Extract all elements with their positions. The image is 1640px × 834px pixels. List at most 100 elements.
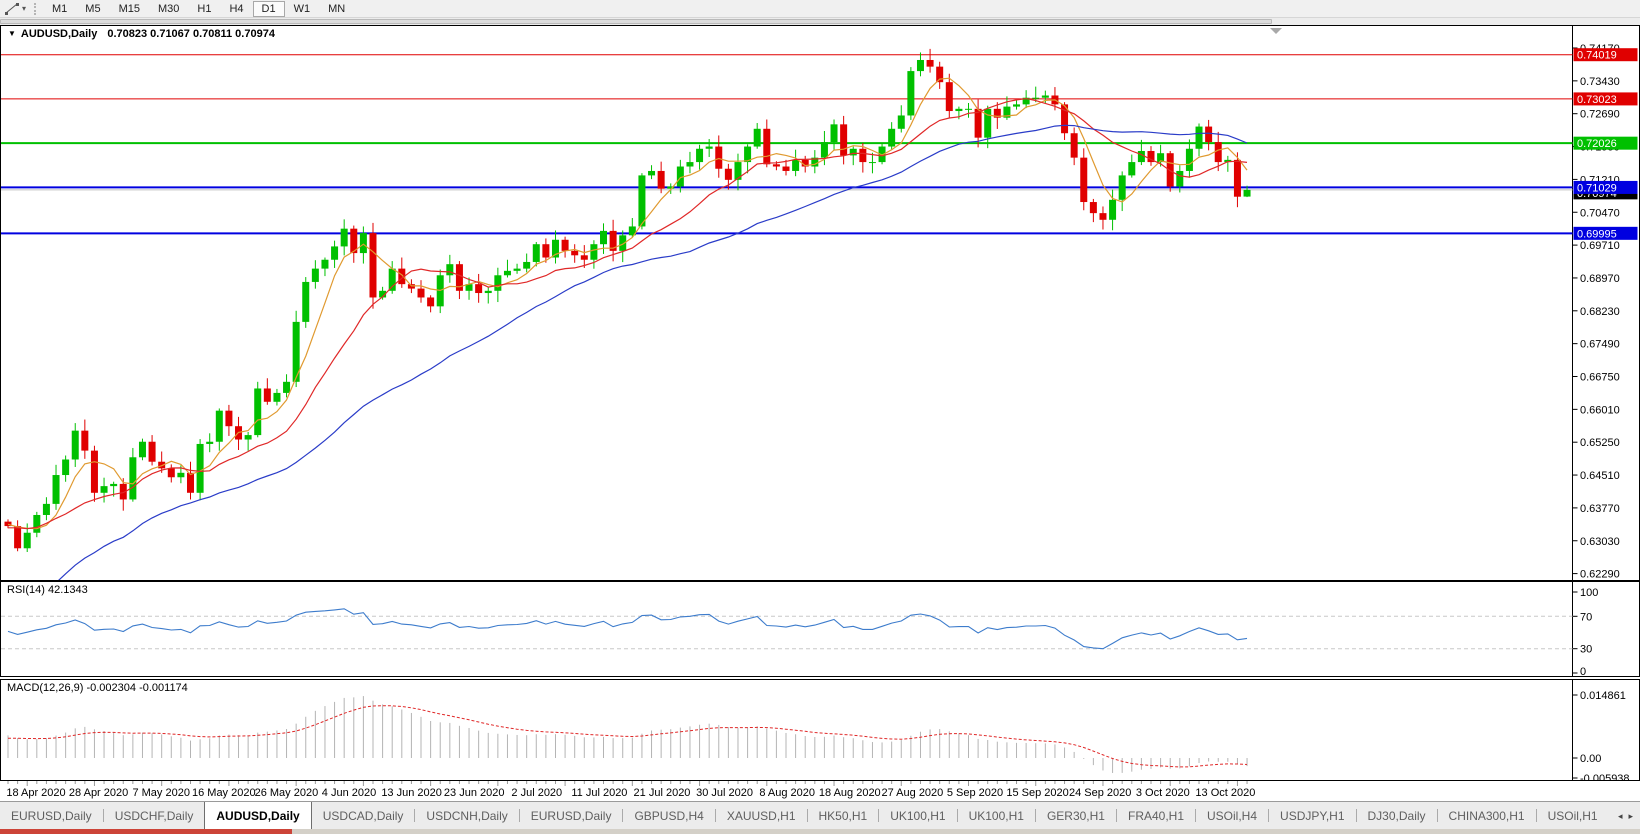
svg-text:5 Sep 2020: 5 Sep 2020: [947, 787, 1003, 799]
hline-price-chip: 0.74019: [1573, 48, 1638, 62]
tab-audusd-daily[interactable]: AUDUSD,Daily: [204, 802, 312, 829]
svg-text:0.73430: 0.73430: [1580, 76, 1620, 88]
macd-indicator-panel[interactable]: 0.014861 0.00 -0.005938: [0, 679, 1640, 781]
svg-text:2 Jul 2020: 2 Jul 2020: [511, 787, 562, 799]
svg-text:30 Jul 2020: 30 Jul 2020: [696, 787, 753, 799]
svg-text:27 Aug 2020: 27 Aug 2020: [882, 787, 944, 799]
svg-text:0.63030: 0.63030: [1580, 536, 1620, 548]
svg-text:0.68230: 0.68230: [1580, 306, 1620, 318]
rsi-indicator-panel[interactable]: 100 70 30 0: [0, 581, 1640, 677]
svg-text:0.72026: 0.72026: [1577, 138, 1617, 150]
tab-uk100-h1[interactable]: UK100,H1: [879, 802, 956, 829]
chart-scrollbar-thumb[interactable]: [0, 19, 1272, 24]
tab-eurusd-daily[interactable]: EURUSD,Daily: [520, 802, 623, 829]
svg-text:8 Aug 2020: 8 Aug 2020: [759, 787, 815, 799]
hline-price-chip: 0.71029: [1573, 180, 1638, 194]
toolbar-drag-handle[interactable]: [34, 2, 37, 15]
chart-ohlc: 0.70823 0.71067 0.70811 0.70974: [107, 28, 275, 40]
svg-text:0: 0: [1580, 666, 1586, 677]
chart-symbol: AUDUSD,Daily: [20, 28, 98, 40]
tab-usdjpy-h1[interactable]: USDJPY,H1: [1269, 802, 1355, 829]
svg-text:0.00: 0.00: [1580, 753, 1601, 765]
timeframe-button-m15[interactable]: M15: [110, 1, 149, 17]
tab-usoil-h1[interactable]: USOil,H1: [1537, 802, 1609, 829]
tab-hk50-h1[interactable]: HK50,H1: [808, 802, 879, 829]
svg-text:11 Jul 2020: 11 Jul 2020: [571, 787, 627, 799]
tab-usdcnh-daily[interactable]: USDCNH,Daily: [415, 802, 518, 829]
timeframe-buttons: M1 M5 M15 M30 H1 H4 D1 W1 MN: [43, 0, 354, 17]
tab-gbpusd-h4[interactable]: GBPUSD,H4: [623, 802, 714, 829]
macd-label: MACD(12,26,9) -0.002304 -0.001174: [7, 682, 188, 694]
svg-text:23 Jun 2020: 23 Jun 2020: [444, 787, 505, 799]
svg-text:15 Sep 2020: 15 Sep 2020: [1006, 787, 1068, 799]
tab-usoil-h4[interactable]: USOil,H4: [1196, 802, 1268, 829]
timeframe-button-w1[interactable]: W1: [285, 1, 320, 17]
rsi-label: RSI(14) 42.1343: [7, 584, 88, 596]
chart-tab-bar: EURUSD,Daily USDCHF,Daily AUDUSD,Daily USDC…: [0, 801, 1640, 829]
svg-text:13 Oct 2020: 13 Oct 2020: [1195, 787, 1255, 799]
chart-title: ▼ AUDUSD,Daily 0.70823 0.71067 0.70811 0.7…: [8, 28, 275, 40]
svg-text:0.014861: 0.014861: [1580, 690, 1626, 702]
svg-text:0.62290: 0.62290: [1580, 569, 1620, 581]
timeframe-button-m5[interactable]: M5: [76, 1, 109, 17]
svg-text:0.68970: 0.68970: [1580, 273, 1620, 285]
svg-text:0.63770: 0.63770: [1580, 503, 1620, 515]
svg-text:7 May 2020: 7 May 2020: [132, 787, 189, 799]
svg-text:18 Aug 2020: 18 Aug 2020: [819, 787, 881, 799]
svg-text:24 Sep 2020: 24 Sep 2020: [1069, 787, 1131, 799]
chart-scrollbar[interactable]: [0, 18, 1640, 25]
svg-text:18 Apr 2020: 18 Apr 2020: [6, 787, 65, 799]
timeframe-button-m1[interactable]: M1: [43, 1, 76, 17]
svg-text:-0.005938: -0.005938: [1580, 773, 1630, 781]
svg-text:0.69710: 0.69710: [1580, 240, 1620, 252]
tab-scroll-right-icon[interactable]: ▸: [1628, 811, 1633, 822]
line-studies-icon: [5, 2, 19, 15]
svg-text:0.67490: 0.67490: [1580, 339, 1620, 351]
timeframe-button-h4[interactable]: H4: [220, 1, 252, 17]
tab-usdchf-daily[interactable]: USDCHF,Daily: [104, 802, 205, 829]
svg-text:28 Apr 2020: 28 Apr 2020: [69, 787, 128, 799]
svg-text:0.72690: 0.72690: [1580, 109, 1620, 121]
main-price-chart[interactable]: 0.741700.734300.726900.719500.712100.704…: [0, 25, 1640, 581]
tab-china300-h1[interactable]: CHINA300,H1: [1438, 802, 1536, 829]
collapse-icon[interactable]: ▼: [8, 29, 16, 38]
hline-price-chip: 0.73023: [1573, 92, 1638, 106]
svg-text:21 Jul 2020: 21 Jul 2020: [634, 787, 691, 799]
date-axis[interactable]: 18 Apr 2020 28 Apr 2020 7 May 2020 16 May 2…: [0, 781, 1640, 801]
timeframe-toolbar: ▾ M1 M5 M15 M30 H1 H4 D1 W1 MN: [0, 0, 1640, 18]
mt4-window: ▾ M1M5M15M30H1H4D1W1MN 0.741700.734300.7…: [0, 0, 1640, 834]
svg-text:26 May 2020: 26 May 2020: [255, 787, 319, 799]
timeframe-button-d1[interactable]: D1: [252, 0, 285, 17]
timeframe-button-m30[interactable]: M30: [149, 1, 188, 17]
svg-text:3 Oct 2020: 3 Oct 2020: [1136, 787, 1190, 799]
svg-text:0.74019: 0.74019: [1577, 50, 1617, 62]
timeframe-button-mn[interactable]: MN: [319, 1, 354, 17]
date-labels: 18 Apr 2020 28 Apr 2020 7 May 2020 16 May 2…: [6, 787, 1255, 799]
svg-text:0.71029: 0.71029: [1577, 182, 1617, 194]
svg-text:70: 70: [1580, 611, 1592, 623]
tab-uk100-h1[interactable]: UK100,H1: [958, 802, 1035, 829]
svg-text:0.64510: 0.64510: [1580, 470, 1620, 482]
hline-price-chip: 0.72026: [1573, 136, 1638, 150]
svg-text:16 May 2020: 16 May 2020: [192, 787, 256, 799]
status-strip-accent: [0, 829, 292, 834]
svg-text:0.66010: 0.66010: [1580, 404, 1620, 416]
svg-text:0.73023: 0.73023: [1577, 94, 1617, 106]
svg-text:4 Jun 2020: 4 Jun 2020: [322, 787, 376, 799]
svg-text:100: 100: [1580, 587, 1598, 599]
svg-text:0.70470: 0.70470: [1580, 207, 1620, 219]
tab-usdcad-daily[interactable]: USDCAD,Daily: [312, 802, 415, 829]
tab-dj30-daily[interactable]: DJ30,Daily: [1357, 802, 1437, 829]
tab-ger30-h1[interactable]: GER30,H1: [1036, 802, 1116, 829]
timeframe-button-h1[interactable]: H1: [188, 1, 220, 17]
tool-dropdown-icon[interactable]: ▾: [22, 4, 26, 13]
tab-scroll-left-icon[interactable]: ◂: [1618, 811, 1623, 822]
status-strip: [0, 829, 1640, 834]
svg-text:13 Jun 2020: 13 Jun 2020: [381, 787, 442, 799]
tab-eurusd-daily[interactable]: EURUSD,Daily: [0, 802, 103, 829]
tab-xauusd-h1[interactable]: XAUUSD,H1: [716, 802, 807, 829]
hline-price-chip: 0.69995: [1573, 226, 1638, 240]
line-studies-tool[interactable]: ▾: [0, 2, 30, 16]
svg-text:30: 30: [1580, 644, 1592, 656]
tab-fra40-h1[interactable]: FRA40,H1: [1117, 802, 1195, 829]
